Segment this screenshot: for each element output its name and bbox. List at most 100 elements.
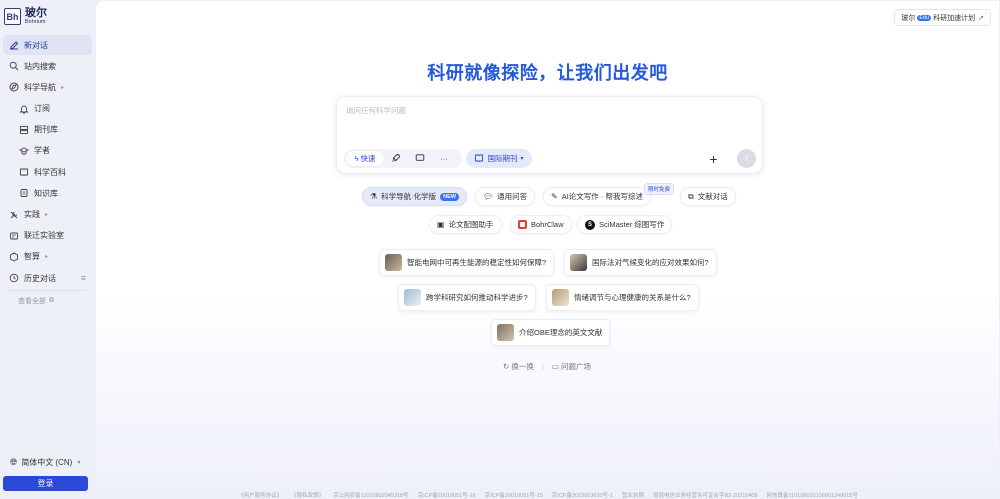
mode-chat-button[interactable]: [408, 151, 432, 166]
journal-filter[interactable]: 国际期刊 ▾: [466, 149, 532, 168]
sidebar-item-label: 历史对话: [24, 273, 56, 283]
edu-promo-button[interactable]: 玻尔 Edu 科研加速计划 ↗: [894, 9, 991, 26]
literature-chat-chip[interactable]: ⧉ 文献对话: [680, 187, 736, 206]
legal-item[interactable]: 京ICP备2023003620号-1: [552, 491, 613, 499]
attach-button[interactable]: +: [705, 150, 722, 167]
legal-item[interactable]: 京公网安备11010802045318号: [333, 491, 408, 499]
question-thumbnail: [385, 254, 402, 271]
sidebar-item-compute[interactable]: 智算 ▸: [3, 247, 92, 267]
sidebar-item-label: 学者: [34, 146, 50, 156]
mode-rocket-button[interactable]: [384, 151, 408, 166]
main-panel: 玻尔 Edu 科研加速计划 ↗ 科研就像探险，让我们出发吧 ϟ 快速 ··· 国…: [96, 1, 999, 489]
sidebar-item-label: 期刊库: [34, 125, 58, 135]
legal-item[interactable]: 网信算备110108025106801240015号: [767, 491, 858, 499]
general-qa-chip[interactable]: 💬︎ 通用问答: [475, 187, 536, 206]
sidebar-item-label: 实践: [24, 210, 40, 219]
suggested-question[interactable]: 智能电网中可再生能源的稳定性如何保障?: [379, 249, 555, 276]
refresh-label: 换一换: [511, 362, 534, 371]
flask-icon: ⚗: [370, 192, 378, 201]
suggested-question[interactable]: 情绪调节与心理健康的关系是什么?: [546, 284, 699, 311]
mode-fast-label: 快速: [360, 154, 376, 163]
question-thumbnail: [404, 289, 421, 306]
suggested-question[interactable]: 介绍OBE理念的英文文献: [491, 319, 611, 346]
language-selector[interactable]: 🌐︎ 简体中文 (CN) ▾: [10, 457, 80, 468]
lightning-icon: ϟ: [354, 154, 359, 163]
book-icon: [474, 153, 484, 165]
ai-paper-writing-chip[interactable]: ✎ AI论文写作 · 帮我写综述: [543, 187, 651, 206]
chevron-right-icon: ▸: [45, 212, 49, 218]
scimaster-chip[interactable]: S SciMaster 综图写作: [577, 215, 673, 234]
question-input[interactable]: [346, 106, 746, 115]
chip-label: SciMaster 综图写作: [599, 220, 665, 229]
sci-nav-chemistry-chip[interactable]: ⚗ 科学导航·化学版 NEW: [362, 187, 468, 206]
question-plaza-button[interactable]: ▭ 问题广场: [552, 361, 591, 372]
legal-item[interactable]: 京ICP备20010051号-15: [485, 491, 543, 499]
mode-fast-button[interactable]: ϟ 快速: [346, 151, 384, 166]
question-text: 国际法对气候变化的应对效果如何?: [592, 258, 709, 267]
sidebar-item-sci-nav[interactable]: 科学导航 ▸: [3, 77, 92, 97]
promo-label: 科研加速计划: [933, 14, 976, 22]
send-button[interactable]: ↑: [737, 149, 756, 168]
legal-item[interactable]: 京ICP备20010051号-16: [418, 491, 476, 499]
tools-icon: [8, 209, 19, 220]
image-icon: ▣: [437, 220, 445, 229]
login-button[interactable]: 登录: [3, 476, 88, 491]
privacy-link[interactable]: 《隐私政策》: [291, 491, 324, 499]
scimaster-logo-icon: S: [585, 219, 595, 230]
message-icon: [415, 153, 425, 165]
new-badge: NEW: [440, 192, 460, 201]
chip-label: 文献对话: [697, 192, 728, 201]
free-tag: 限时免费: [644, 183, 675, 195]
hero-title: 科研就像探险，让我们出发吧: [427, 63, 668, 83]
book-icon: [18, 167, 29, 178]
external-link-icon: ⧉: [49, 297, 54, 305]
bohrclaw-logo-icon: [518, 220, 527, 229]
sidebar-item-lab[interactable]: 联迁实验室: [3, 226, 92, 246]
sidebar-item-journals[interactable]: 期刊库: [3, 120, 92, 140]
sidebar-item-label: 智算: [24, 252, 40, 262]
mode-switch: ϟ 快速 ···: [344, 149, 462, 168]
sidebar-item-label: 科学导航: [24, 82, 56, 92]
chip-label: 通用问答: [497, 192, 528, 201]
legal-item[interactable]: 增值电信业务经营许可证合字B2-20210408: [653, 491, 758, 499]
chip-label: 科学导航·化学版: [381, 192, 437, 201]
menu-icon[interactable]: ≡: [81, 273, 86, 283]
suggested-question[interactable]: 国际法对气候变化的应对效果如何?: [564, 249, 717, 276]
rocket-icon: [391, 153, 401, 165]
language-label: 简体中文 (CN): [21, 458, 73, 467]
view-all-link[interactable]: 查看全部 ⧉: [3, 293, 92, 309]
suggested-question[interactable]: 跨学科研究如何推动科学进步?: [398, 284, 536, 311]
lab-icon: [8, 230, 19, 241]
sidebar-item-subscribe[interactable]: 订阅: [3, 99, 92, 119]
sidebar-item-label: 联迁实验室: [24, 231, 64, 241]
bohrclaw-chip[interactable]: BohrClaw: [510, 215, 572, 234]
brand-name-en: Bohrium: [25, 19, 46, 25]
logo-mark: Bh: [4, 8, 21, 26]
plaza-label: 问题广场: [561, 362, 592, 371]
chat-bubble-icon: 💬︎: [483, 192, 494, 201]
sidebar-item-new-chat[interactable]: 新对话: [3, 35, 92, 55]
more-options-button[interactable]: ···: [432, 151, 456, 166]
sidebar-item-search[interactable]: 站内搜索: [3, 56, 92, 76]
view-all-label: 查看全部: [18, 298, 46, 306]
sidebar-item-label: 站内搜索: [24, 61, 56, 71]
sidebar-item-history[interactable]: 历史对话 ≡: [3, 268, 92, 288]
sidebar-item-knowledge-base[interactable]: 知识库: [3, 183, 92, 203]
compass-icon: [8, 82, 19, 93]
sidebar-item-practice[interactable]: 实践 ▸: [3, 205, 92, 225]
terms-link[interactable]: 《用户服务协议》: [238, 491, 282, 499]
brand-logo[interactable]: Bh 玻尔 Bohrium: [4, 8, 47, 26]
figure-helper-chip[interactable]: ▣ 论文配图助手: [429, 215, 502, 234]
chevron-down-icon: ▾: [77, 460, 81, 466]
arrow-up-right-icon: ↗: [978, 14, 984, 22]
edit-icon: [8, 40, 19, 51]
refresh-button[interactable]: ↻ 换一换: [503, 361, 534, 372]
journal-label: 国际期刊: [487, 154, 518, 163]
legal-footer: 《用户服务协议》 《隐私政策》 京公网安备11010802045318号 京IC…: [96, 491, 1000, 499]
sidebar-item-scholars[interactable]: 学者: [3, 141, 92, 161]
question-thumbnail: [570, 254, 587, 271]
legal-item[interactable]: 营业执照: [622, 491, 644, 499]
sidebar-item-encyclopedia[interactable]: 科学百科: [3, 162, 92, 182]
divider: [9, 290, 86, 292]
chevron-right-icon: ▸: [45, 254, 49, 261]
